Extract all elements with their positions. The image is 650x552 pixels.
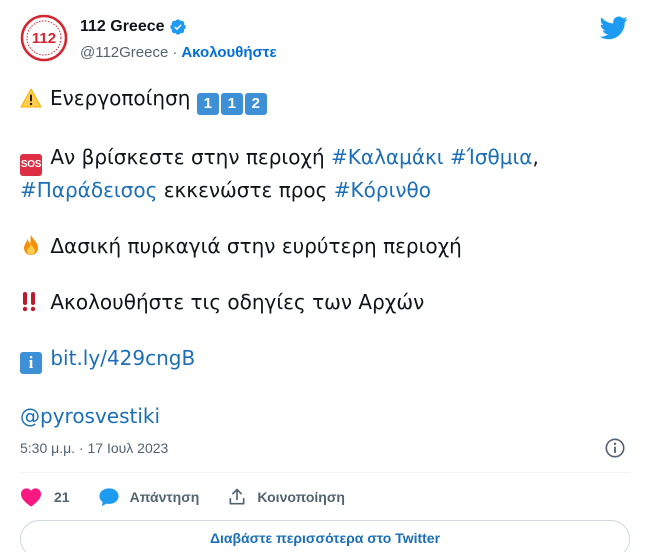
tweet-line-link: i bit.ly/429cngB [20, 344, 630, 374]
tweet-line-instructions: Ακολουθήστε τις οδηγίες των Αρχών [20, 288, 630, 316]
info-icon[interactable] [604, 437, 626, 459]
digit-1-icon: 1 [220, 93, 243, 115]
tweet-line-fire: Δασική πυρκαγιά στην ευρύτερη περιοχή [20, 232, 630, 260]
handle-separator: · [172, 44, 178, 61]
comma: , [532, 145, 539, 169]
hashtag-korinthos[interactable]: #Κόρινθο [334, 178, 431, 202]
112-logo-icon: 112 [20, 14, 68, 62]
evacuate-middle: εκκενώστε προς [163, 178, 328, 202]
avatar[interactable]: 112 [20, 14, 68, 62]
double-exclamation-icon [20, 290, 44, 312]
twitter-bird-icon[interactable] [600, 16, 628, 40]
verified-badge-icon [169, 19, 186, 35]
tweet-line-activation: Ενεργοποίηση 112 [20, 84, 630, 115]
share-button[interactable]: Κοινοποίηση [227, 487, 345, 507]
hashtag-paradeisos[interactable]: #Παράδεισος [20, 178, 157, 202]
share-label: Κοινοποίηση [257, 489, 345, 505]
instructions-text: Ακολουθήστε τις οδηγίες των Αρχών [50, 290, 425, 314]
digit-2-icon: 2 [244, 93, 267, 115]
fire-text: Δασική πυρκαγιά στην ευρύτερη περιοχή [50, 234, 462, 258]
handle[interactable]: @112Greece [80, 44, 168, 61]
sos-icon: SOS [20, 154, 42, 176]
tweet-line-mention: @pyrosvestiki [20, 402, 630, 430]
activation-text: Ενεργοποίηση [50, 86, 191, 110]
action-bar: 21 Απάντηση Κοινοποίηση [20, 484, 373, 510]
avatar-text: 112 [32, 30, 56, 47]
heart-icon [21, 488, 41, 507]
share-icon [229, 488, 245, 505]
reply-bubble-icon [99, 488, 119, 507]
mention-pyrosvestiki[interactable]: @pyrosvestiki [20, 404, 160, 428]
hashtag-kalamaki[interactable]: #Καλαμάκι [331, 145, 444, 169]
reply-button[interactable]: Απάντηση [98, 487, 200, 507]
tweet-card: 112 112 Greece @112Greece · Ακολουθήστε … [0, 0, 650, 552]
tweet-body: Ενεργοποίηση 112 SOS Αν βρίσκεστε στην π… [20, 84, 630, 430]
short-link[interactable]: bit.ly/429cngB [50, 346, 195, 370]
read-more-button[interactable]: Διαβάστε περισσότερα στο Twitter [20, 520, 630, 552]
display-name[interactable]: 112 Greece [80, 18, 187, 36]
information-icon: i [20, 352, 42, 374]
like-count: 21 [54, 489, 70, 505]
like-button[interactable]: 21 [20, 487, 70, 507]
fire-icon [20, 234, 44, 256]
evacuate-prefix: Αν βρίσκεστε στην περιοχή [50, 145, 325, 169]
warning-icon [20, 88, 44, 108]
tweet-line-evacuate: SOS Αν βρίσκεστε στην περιοχή #Καλαμάκι … [20, 143, 630, 176]
timestamp[interactable]: 5:30 μ.μ. · 17 Ιουλ 2023 [20, 440, 168, 456]
follow-button[interactable]: Ακολουθήστε [181, 44, 276, 61]
hashtag-isthmia[interactable]: #Ίσθμια [450, 145, 533, 169]
divider [20, 472, 630, 473]
handle-row: @112Greece · Ακολουθήστε [80, 44, 277, 61]
digit-1-icon: 1 [196, 93, 219, 115]
reply-label: Απάντηση [129, 489, 200, 505]
tweet-line-evacuate-cont: #Παράδεισος εκκενώστε προς #Κόρινθο [20, 176, 630, 204]
display-name-text: 112 Greece [80, 18, 165, 35]
